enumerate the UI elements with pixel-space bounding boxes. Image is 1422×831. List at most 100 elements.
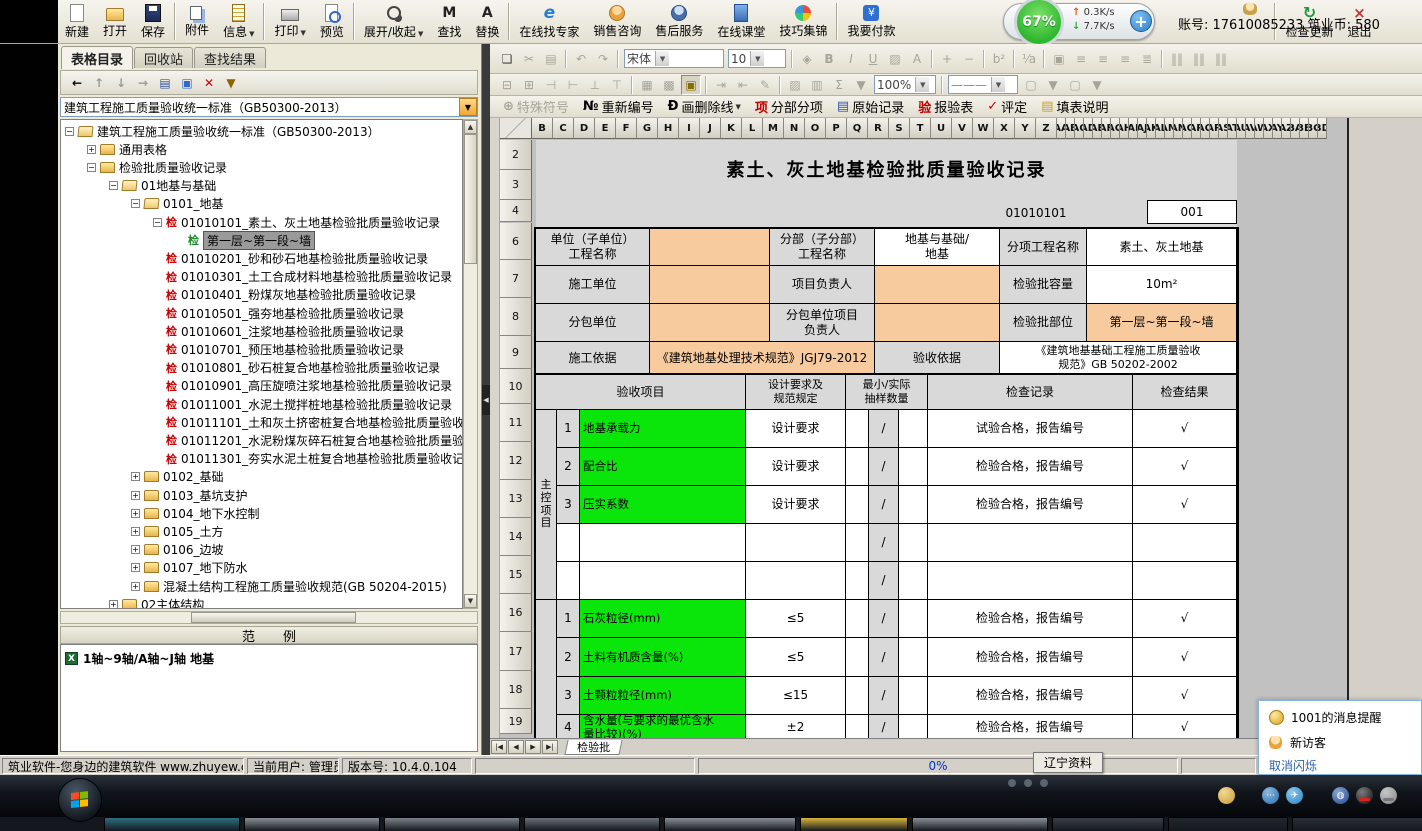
cell-item-name[interactable]: 地基承载力 xyxy=(580,410,746,448)
tree-item[interactable]: +混凝土结构工程施工质量验收规范(GB 50204-2015) xyxy=(131,577,447,595)
font-size-select[interactable]: 10▼ xyxy=(728,49,786,68)
cell-no[interactable]: 1 xyxy=(557,600,580,638)
cell-sample-slash[interactable]: / xyxy=(869,524,899,562)
tree-item[interactable]: 检01010901_高压旋喷注浆地基检验批质量验收记录 xyxy=(153,377,452,395)
last-sheet-icon[interactable]: ▶| xyxy=(542,740,558,754)
column-header-Z[interactable]: Z xyxy=(1036,118,1057,139)
scroll-thumb[interactable] xyxy=(464,134,477,264)
collapse-icon[interactable]: − xyxy=(87,163,96,172)
sum-dropdown-icon[interactable]: ▼ xyxy=(851,75,871,95)
cell-sample-actual[interactable] xyxy=(899,448,928,486)
cancel-blink-link[interactable]: 取消闪烁 xyxy=(1269,757,1317,774)
cell-sample-min[interactable] xyxy=(846,486,869,524)
copy-icon[interactable]: ❏ xyxy=(497,49,517,69)
dropdown-arrow-icon[interactable]: ▼ xyxy=(418,30,423,38)
boxed-text-icon[interactable]: ▣ xyxy=(1049,49,1069,69)
minimized-window-1[interactable] xyxy=(104,817,240,831)
bold-icon[interactable]: B xyxy=(819,49,839,69)
chevron-down-icon[interactable]: ▼ xyxy=(750,51,764,66)
toolbar-button-print[interactable]: 打印▼ xyxy=(267,0,312,43)
picker-2-icon[interactable]: ▢ xyxy=(1065,75,1085,95)
expand-icon[interactable]: + xyxy=(131,545,140,554)
minimized-window-10[interactable] xyxy=(1292,817,1422,831)
barcode-3-icon[interactable]: ‖‖ xyxy=(1211,49,1231,69)
tree-item[interactable]: +0102_基础 xyxy=(131,468,224,486)
column-header-M[interactable]: M xyxy=(763,118,784,139)
cell-check-result[interactable] xyxy=(1133,562,1237,600)
minimized-window-9[interactable] xyxy=(1168,817,1288,831)
chevron-down-icon[interactable]: ▼ xyxy=(991,77,1005,92)
cell-sample-min[interactable] xyxy=(846,524,869,562)
cell-sample-min[interactable] xyxy=(846,562,869,600)
cell-sample-min[interactable] xyxy=(846,410,869,448)
cell-no[interactable]: 3 xyxy=(557,677,580,715)
align-right-icon[interactable]: ≡ xyxy=(1115,49,1135,69)
cell-design-req[interactable]: 设计要求 xyxy=(746,486,846,524)
column-header-C[interactable]: C xyxy=(553,118,574,139)
cell-sample-slash[interactable]: / xyxy=(869,410,899,448)
tool-原始记录[interactable]: ▤原始记录 xyxy=(837,97,904,116)
toolbar-button-replace[interactable]: A替换 xyxy=(468,0,506,43)
tree-item[interactable]: +0107_地下防水 xyxy=(131,559,248,577)
collapse-icon[interactable]: − xyxy=(153,218,162,227)
column-header-T[interactable]: T xyxy=(910,118,931,139)
message-popup[interactable]: 1001的消息提醒 新访客 取消闪烁 xyxy=(1258,700,1422,775)
tray-overflow-icon[interactable] xyxy=(1008,779,1016,787)
column-header-AH[interactable]: AH xyxy=(1120,118,1129,139)
tool-重新编号[interactable]: №重新编号 xyxy=(583,97,654,116)
toolbar-button-book[interactable]: 在线课堂 xyxy=(710,0,772,43)
cell-no[interactable]: 2 xyxy=(557,638,580,677)
align-justify-icon[interactable]: ≣ xyxy=(1137,49,1157,69)
tree-item[interactable]: 检01010401_粉煤灰地基检验批质量验收记录 xyxy=(153,286,416,304)
column-header-AA[interactable]: AA xyxy=(1057,118,1066,139)
column-header-AJ[interactable]: AJ xyxy=(1138,118,1147,139)
cell-check-result[interactable]: √ xyxy=(1133,486,1237,524)
column-header-AB[interactable]: AB xyxy=(1066,118,1075,139)
tree-item[interactable]: −0101_地基 xyxy=(131,195,224,213)
tool-填表说明[interactable]: ▤填表说明 xyxy=(1041,97,1108,116)
toolbar-button-p-blue[interactable]: 售后服务 xyxy=(648,0,710,43)
column-header-BC[interactable]: BC xyxy=(1309,118,1318,139)
table-cell[interactable]: 施工单位 xyxy=(536,266,650,304)
column-header-Y[interactable]: Y xyxy=(1015,118,1036,139)
insert-cell-left-icon[interactable]: ⊟ xyxy=(497,75,517,95)
first-sheet-icon[interactable]: |◀ xyxy=(491,740,507,754)
cell-no[interactable]: 3 xyxy=(557,486,580,524)
tree-item[interactable]: 检01010301_土工合成材料地基检验批质量验收记录 xyxy=(153,268,452,286)
form-title-area[interactable]: 素土、灰土地基检验批质量验收记录 01010101 001 xyxy=(536,140,1237,227)
cell-sample-min[interactable] xyxy=(846,638,869,677)
tree-item[interactable]: +02主体结构 xyxy=(109,595,204,609)
column-header-BD[interactable]: BD xyxy=(1318,118,1327,139)
row-header-10[interactable]: 10 xyxy=(500,369,532,404)
sidebar-tab-1[interactable]: 表格目录 xyxy=(61,46,133,69)
tool-评定[interactable]: ✓评定 xyxy=(987,97,1027,116)
cell-sample-slash[interactable]: / xyxy=(869,562,899,600)
cell-check-result[interactable]: √ xyxy=(1133,448,1237,486)
globe-icon[interactable]: ◍ xyxy=(1332,787,1349,804)
column-header-AP[interactable]: AP xyxy=(1192,118,1201,139)
column-header-L[interactable]: L xyxy=(742,118,763,139)
toolbar-button-p-orange[interactable]: 销售咨询 xyxy=(586,0,648,43)
table-cell[interactable]: 素土、灰土地基 xyxy=(1087,229,1237,266)
row-header-15[interactable]: 15 xyxy=(500,556,532,594)
column-header-B[interactable]: B xyxy=(532,118,553,139)
insert-cell-top-icon[interactable]: ⊞ xyxy=(519,75,539,95)
cell-check-result[interactable]: √ xyxy=(1133,715,1237,740)
chat-bubble-icon[interactable]: ··· xyxy=(1262,787,1279,804)
combo-dropdown-icon[interactable]: ▼ xyxy=(459,98,477,116)
chevron-down-icon[interactable]: ▼ xyxy=(915,77,929,92)
toolbar-button-ie[interactable]: e在线找专家 xyxy=(512,0,586,43)
row-header-11[interactable]: 11 xyxy=(500,404,532,442)
group-main-control[interactable]: 主 控 项 目 xyxy=(536,410,557,600)
tree-item[interactable]: −01地基与基础 xyxy=(109,177,216,195)
table-cell[interactable]: 10m² xyxy=(1087,266,1237,304)
tray-overflow-icon[interactable] xyxy=(1040,779,1048,787)
row-header-14[interactable]: 14 xyxy=(500,518,532,556)
format-brush-icon[interactable]: ◈ xyxy=(797,49,817,69)
tree-item[interactable]: 检01010501_强夯地基检验批质量验收记录 xyxy=(153,304,404,322)
column-header-N[interactable]: N xyxy=(784,118,805,139)
toolbar-button-preview[interactable]: 预览 xyxy=(313,0,351,43)
column-header-AK[interactable]: AK xyxy=(1147,118,1156,139)
row-header-19[interactable]: 19 xyxy=(500,709,532,734)
dropdown-arrow-icon[interactable]: ▼ xyxy=(249,30,254,38)
